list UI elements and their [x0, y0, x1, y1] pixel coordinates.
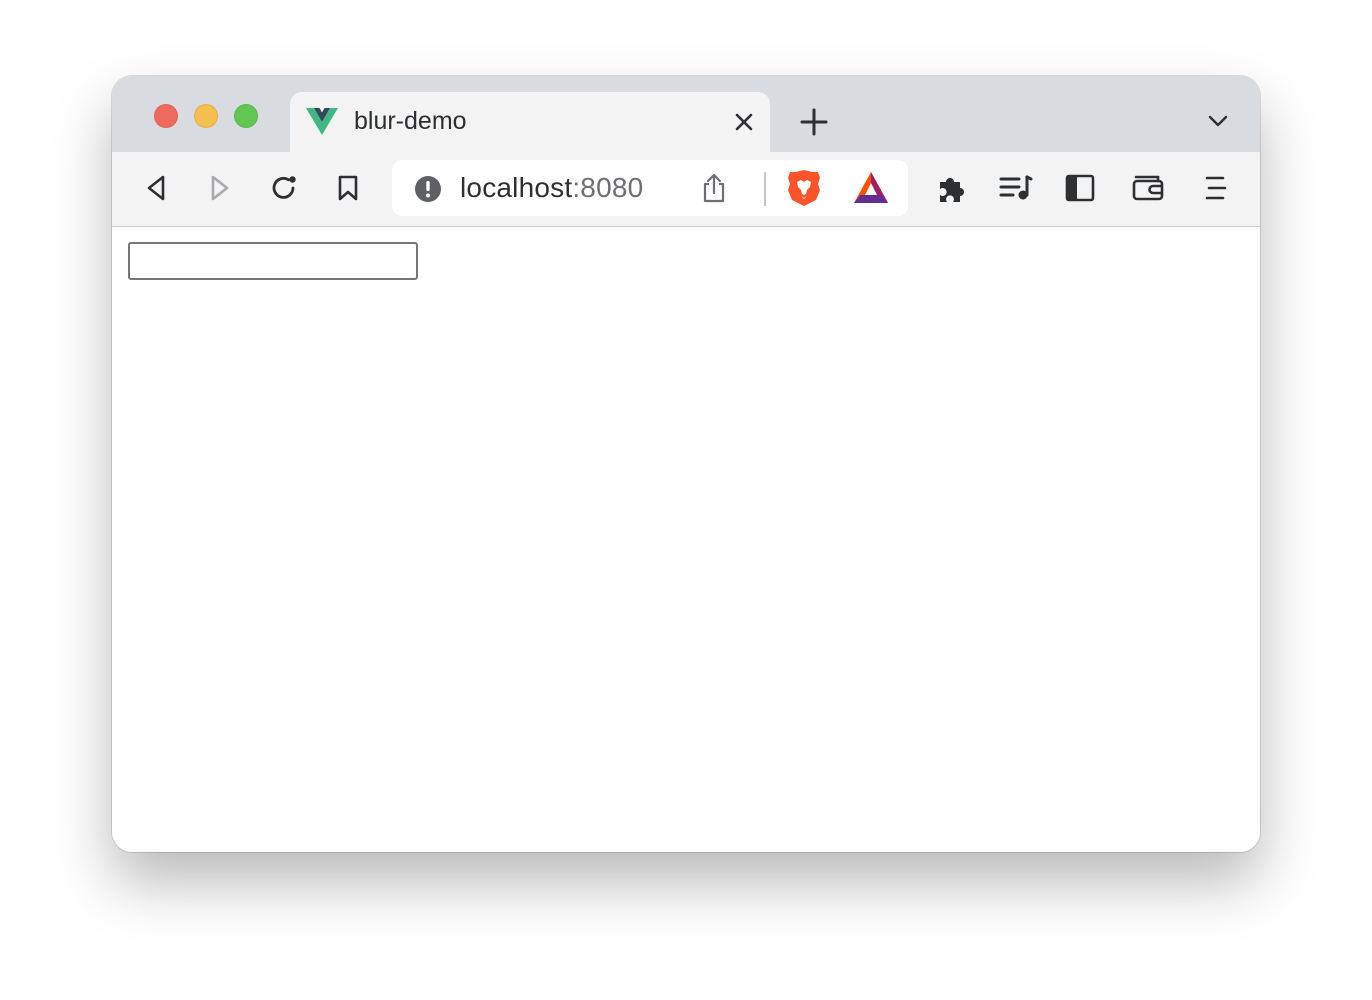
forward-icon — [211, 175, 229, 201]
bookmark-button[interactable] — [330, 170, 366, 206]
forward-button[interactable] — [202, 170, 238, 206]
maximize-window-button[interactable] — [234, 104, 258, 128]
address-bar[interactable]: localhost:8080 — [392, 160, 908, 216]
close-window-button[interactable] — [154, 104, 178, 128]
new-tab-icon[interactable] — [800, 108, 828, 136]
wallet-icon — [1132, 175, 1164, 201]
vue-logo-icon — [306, 108, 338, 135]
back-icon — [147, 175, 165, 201]
sidebar-button[interactable] — [1062, 170, 1098, 206]
minimize-window-button[interactable] — [194, 104, 218, 128]
toolbar: localhost:8080 — [112, 152, 1260, 227]
reload-icon — [272, 176, 296, 199]
url-host: localhost — [460, 172, 573, 203]
back-button[interactable] — [138, 170, 174, 206]
puzzle-icon — [940, 178, 964, 202]
wallet-button[interactable] — [1130, 170, 1166, 206]
tab-active[interactable]: blur-demo — [290, 92, 770, 152]
sidebar-icon — [1065, 174, 1095, 202]
text-input[interactable] — [128, 242, 418, 280]
bookmark-icon — [338, 175, 358, 201]
tab-title: blur-demo — [354, 107, 467, 135]
media-playlist-button[interactable] — [998, 170, 1034, 206]
page-content — [112, 227, 1260, 852]
url-text[interactable]: localhost:8080 — [460, 172, 643, 204]
extensions-button[interactable] — [934, 170, 970, 206]
brave-rewards-icon[interactable] — [852, 170, 890, 206]
site-info-icon[interactable] — [414, 175, 442, 203]
share-icon[interactable] — [700, 172, 728, 204]
hamburger-menu-icon — [1205, 176, 1227, 200]
playlist-icon — [999, 175, 1033, 200]
chevron-down-icon[interactable] — [1208, 114, 1228, 128]
omnibox-divider — [764, 172, 766, 206]
reload-button[interactable] — [266, 170, 302, 206]
close-tab-icon[interactable] — [734, 112, 754, 132]
browser-window: blur-demo localhost:8080 — [112, 76, 1260, 852]
url-port: :8080 — [572, 172, 644, 203]
brave-shields-icon[interactable] — [786, 168, 822, 208]
main-menu-button[interactable] — [1198, 170, 1234, 206]
tab-strip: blur-demo — [112, 76, 1260, 152]
